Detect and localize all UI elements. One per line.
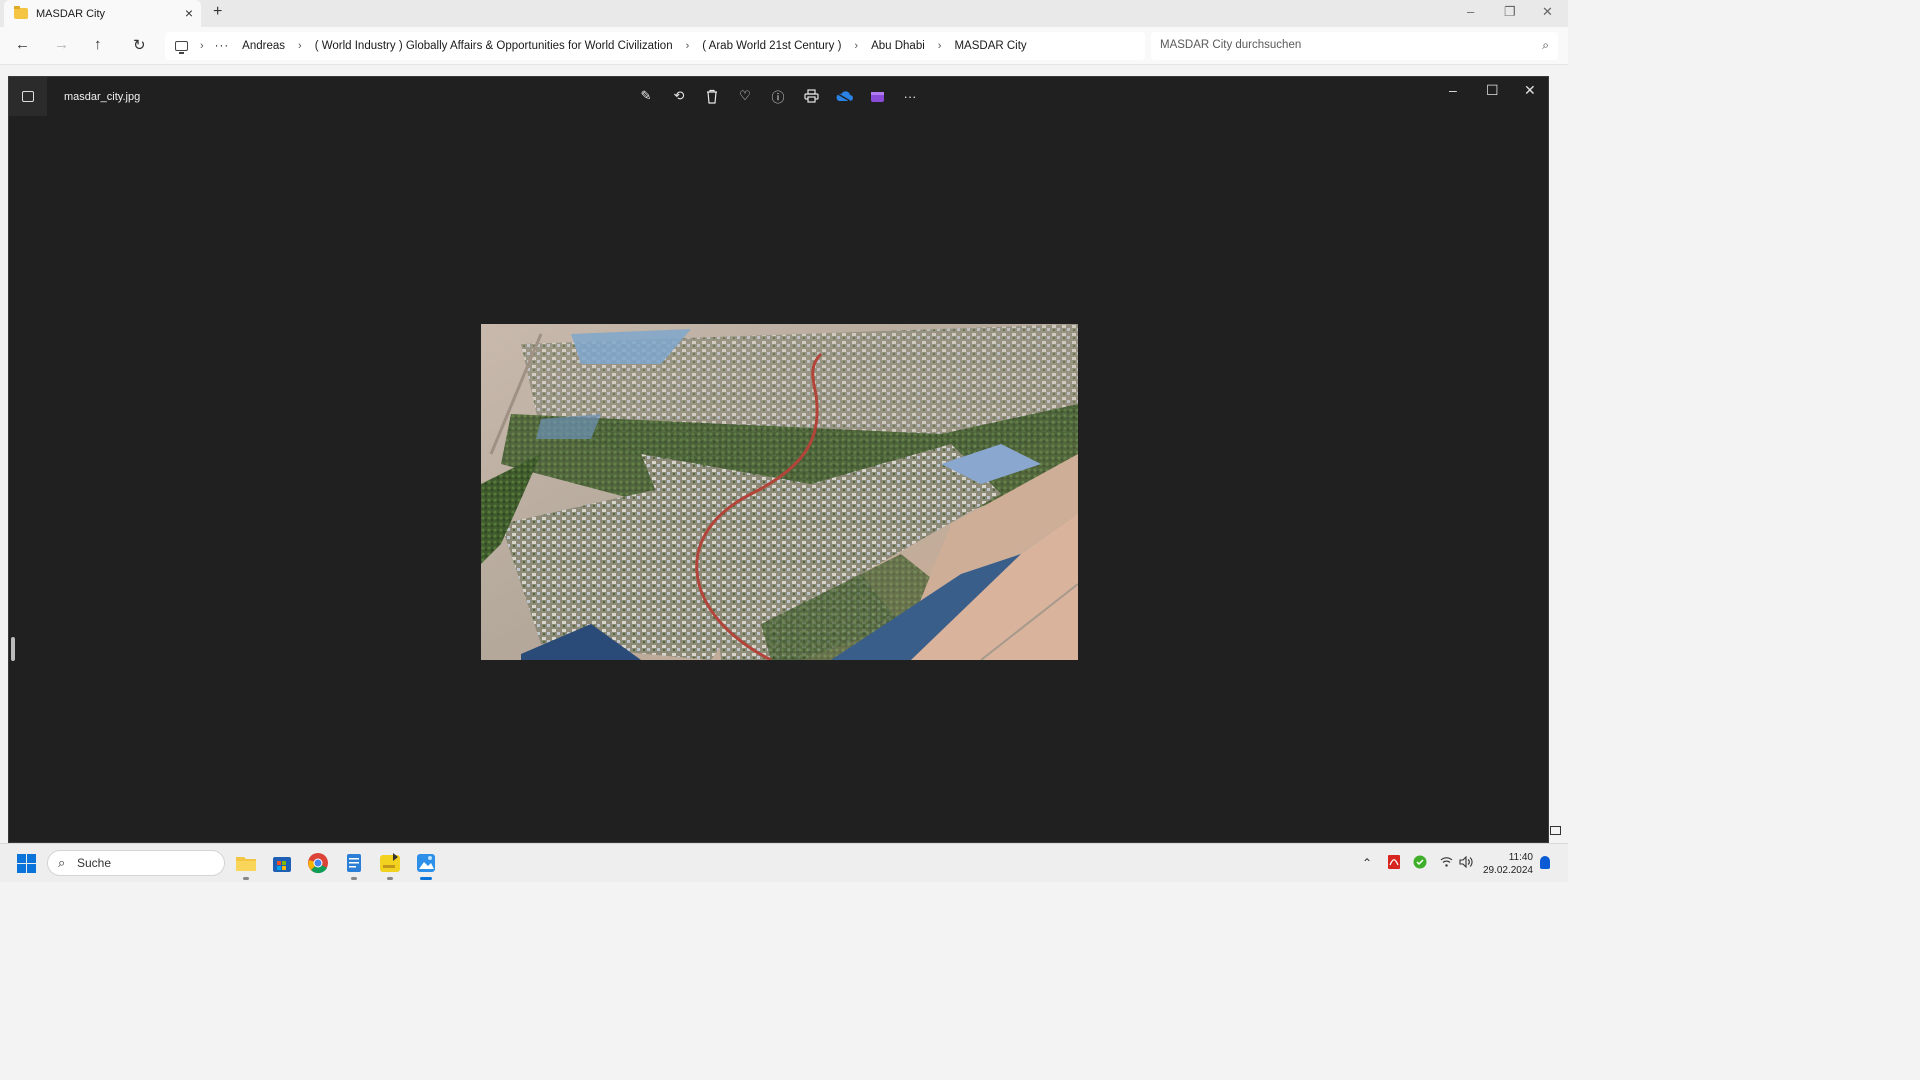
- favorite-icon[interactable]: ♡: [736, 87, 754, 105]
- back-button[interactable]: ←: [15, 36, 30, 53]
- viewer-close-button[interactable]: ✕: [1524, 82, 1536, 99]
- breadcrumb-item[interactable]: ( World Industry ) Globally Affairs & Op…: [315, 40, 673, 52]
- more-options-icon[interactable]: ···: [901, 87, 919, 105]
- system-clock[interactable]: 11:40 29.02.2024: [1480, 851, 1533, 877]
- viewer-maximize-button[interactable]: ☐: [1486, 82, 1499, 99]
- taskbar-search-placeholder: Suche: [77, 856, 112, 870]
- breadcrumb-current[interactable]: MASDAR City: [954, 40, 1026, 52]
- delete-icon[interactable]: [703, 87, 721, 105]
- breadcrumb-item[interactable]: Abu Dhabi: [871, 40, 925, 52]
- forward-button[interactable]: →: [54, 36, 69, 53]
- taskbar: ⌕ Suche ⌃ 11:40 29.02.2024: [0, 843, 1568, 882]
- photos-app-icon[interactable]: [9, 77, 47, 116]
- clock-date: 29.02.2024: [1482, 865, 1533, 876]
- chevron-right-icon[interactable]: ›: [200, 40, 204, 52]
- notification-bell-icon[interactable]: [1540, 856, 1550, 869]
- search-icon[interactable]: ⌕: [1542, 38, 1549, 53]
- notepad-icon[interactable]: [343, 852, 365, 880]
- file-name: masdar_city.jpg: [64, 91, 141, 103]
- new-tab-button[interactable]: +: [213, 3, 222, 21]
- photos-viewer-window: masdar_city.jpg ✎ ⟲ ♡ ⓘ ··· – ☐ ✕: [8, 76, 1549, 843]
- masdar-city-photo: [481, 324, 1078, 660]
- viewer-minimize-button[interactable]: –: [1449, 82, 1457, 98]
- edit-image-icon[interactable]: ✎: [637, 87, 655, 105]
- chrome-icon[interactable]: [307, 852, 329, 874]
- explorer-nav-bar: ← → ↑ ↻ › ··· Andreas › ( World Industry…: [0, 27, 1568, 65]
- security-tray-icon[interactable]: [1413, 855, 1427, 872]
- viewer-toolbar: ✎ ⟲ ♡ ⓘ ···: [637, 87, 919, 105]
- restore-button[interactable]: ❐: [1504, 4, 1516, 20]
- chevron-right-icon[interactable]: ›: [298, 40, 302, 52]
- tab-title: MASDAR City: [36, 7, 106, 20]
- viewer-title-bar: masdar_city.jpg ✎ ⟲ ♡ ⓘ ··· – ☐ ✕: [9, 77, 1548, 116]
- clock-time: 11:40: [1508, 852, 1533, 863]
- breadcrumb-overflow[interactable]: ···: [215, 40, 230, 52]
- search-placeholder: MASDAR City durchsuchen: [1160, 39, 1302, 51]
- search-input[interactable]: MASDAR City durchsuchen ⌕: [1151, 32, 1558, 60]
- print-icon[interactable]: [802, 87, 820, 105]
- onedrive-icon[interactable]: [835, 87, 853, 105]
- chevron-right-icon[interactable]: ›: [854, 40, 858, 52]
- photos-app-icon[interactable]: [415, 852, 437, 880]
- info-icon[interactable]: ⓘ: [769, 87, 787, 105]
- windows-start-icon[interactable]: [17, 854, 36, 873]
- address-bar[interactable]: › ··· Andreas › ( World Industry ) Globa…: [165, 32, 1145, 60]
- rotate-icon[interactable]: ⟲: [670, 87, 688, 105]
- show-hidden-icons-button[interactable]: ⌃: [1362, 856, 1372, 870]
- microsoft-store-icon[interactable]: [271, 852, 293, 874]
- player-app-icon[interactable]: [379, 852, 401, 880]
- search-icon: ⌕: [58, 855, 66, 870]
- volume-icon[interactable]: [1459, 855, 1473, 871]
- chevron-right-icon[interactable]: ›: [938, 40, 942, 52]
- chevron-right-icon[interactable]: ›: [686, 40, 690, 52]
- explorer-tab[interactable]: MASDAR City ×: [4, 0, 201, 27]
- explorer-tab-strip: MASDAR City × + – ❐ ✕: [0, 0, 1568, 27]
- folder-icon: [14, 6, 28, 19]
- up-button[interactable]: ↑: [94, 36, 102, 53]
- this-pc-icon[interactable]: [175, 41, 188, 54]
- breadcrumb-item[interactable]: Andreas: [242, 40, 285, 52]
- close-tab-icon[interactable]: ×: [185, 5, 193, 21]
- clipchamp-icon[interactable]: [868, 87, 886, 105]
- refresh-button[interactable]: ↻: [133, 36, 146, 54]
- close-window-button[interactable]: ✕: [1542, 4, 1553, 20]
- pdf-tray-icon[interactable]: [1387, 854, 1401, 873]
- resize-handle[interactable]: [11, 637, 15, 661]
- minimize-button[interactable]: –: [1467, 4, 1474, 19]
- wifi-icon[interactable]: [1440, 856, 1453, 870]
- taskbar-search-input[interactable]: ⌕ Suche: [47, 850, 225, 876]
- breadcrumb-item[interactable]: ( Arab World 21st Century ): [702, 40, 841, 52]
- file-explorer-icon[interactable]: [235, 852, 257, 880]
- desktop-peek-icon[interactable]: [1550, 826, 1561, 835]
